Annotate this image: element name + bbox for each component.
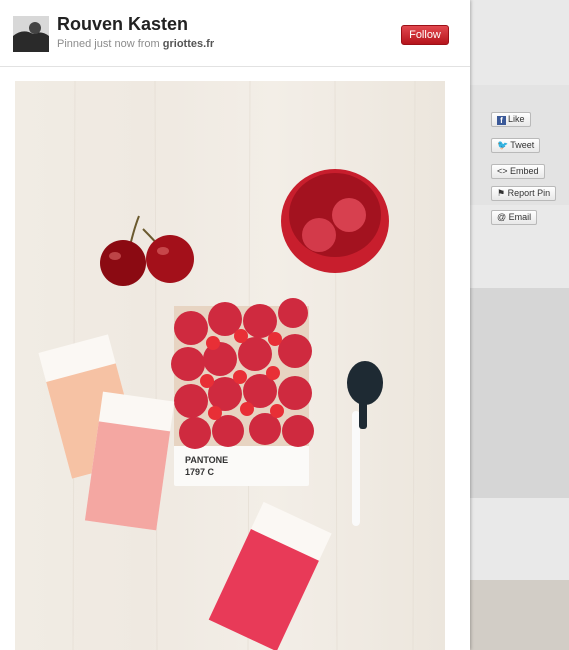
like-label: Like — [508, 114, 525, 124]
background-blur-image-2 — [470, 580, 569, 650]
pin-header: Rouven Kasten Pinned just now from griot… — [0, 0, 470, 67]
twitter-icon: 🐦 — [497, 140, 509, 150]
cherries — [100, 215, 194, 286]
embed-button[interactable]: <> Embed — [491, 164, 545, 179]
like-button[interactable]: f Like — [491, 112, 531, 127]
pantone-label-line1: PANTONE — [185, 455, 228, 465]
user-name[interactable]: Rouven Kasten — [57, 14, 188, 35]
flag-icon: ⚑ — [497, 188, 506, 198]
tweet-label: Tweet — [510, 140, 535, 150]
red-bowl — [281, 169, 389, 273]
tweet-button[interactable]: 🐦 Tweet — [491, 138, 541, 153]
pin-card: Rouven Kasten Pinned just now from griot… — [0, 0, 470, 650]
avatar[interactable] — [13, 16, 49, 52]
pantone-label-line2: 1797 C — [185, 467, 215, 477]
background-blur-image — [470, 288, 569, 498]
source-link[interactable]: griottes.fr — [163, 38, 214, 50]
email-button[interactable]: @ Email — [491, 210, 538, 225]
follow-button[interactable]: Follow — [401, 25, 449, 45]
spoon — [347, 361, 383, 526]
report-label: Report Pin — [507, 188, 551, 198]
pin-image[interactable]: PANTONE 1797 C — [15, 81, 445, 650]
background-page — [470, 0, 569, 650]
pinned-prefix: Pinned just now from — [57, 38, 160, 50]
facebook-icon: f — [497, 116, 506, 125]
pantone-card: PANTONE 1797 C — [171, 298, 314, 486]
pinned-from-text: Pinned just now from griottes.fr — [57, 38, 214, 50]
report-pin-button[interactable]: ⚑ Report Pin — [491, 186, 557, 201]
swatch-bottom — [208, 501, 332, 650]
